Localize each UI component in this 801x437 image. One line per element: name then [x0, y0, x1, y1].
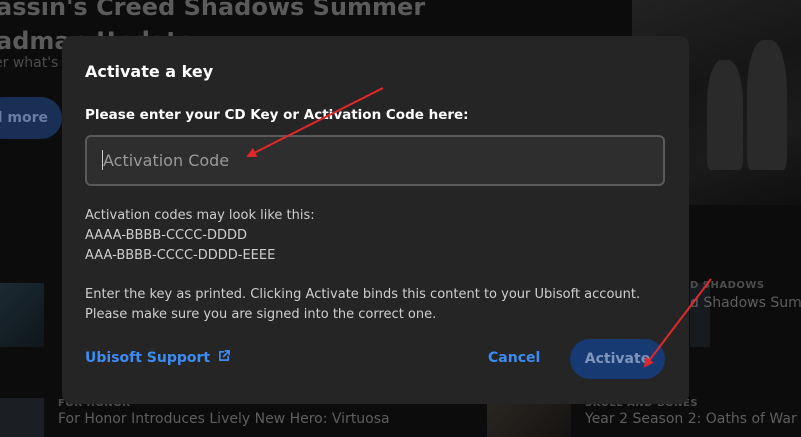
news-thumbnail[interactable] — [0, 283, 44, 347]
cancel-button[interactable]: Cancel — [488, 350, 540, 366]
news-thumbnail[interactable] — [690, 283, 710, 347]
news-title[interactable]: For Honor Introduces Lively New Hero: Vi… — [58, 411, 390, 427]
text-caret — [102, 150, 103, 170]
hero-title-line1: assin's Creed Shadows Summer — [0, 0, 426, 21]
news-category: D SHADOWS — [690, 280, 765, 291]
news-thumbnail[interactable] — [0, 398, 44, 437]
dialog-title: Activate a key — [85, 62, 214, 81]
examples-intro: Activation codes may look like this: — [85, 208, 315, 223]
note-line: Please make sure you are signed into the… — [85, 307, 437, 322]
activate-key-dialog: Activate a key Please enter your CD Key … — [62, 36, 689, 404]
activation-code-examples: Activation codes may look like this: AAA… — [85, 206, 315, 266]
hero-subtitle: er what's — [0, 55, 59, 71]
news-title[interactable]: Year 2 Season 2: Oaths of War I — [585, 411, 801, 427]
example-code: AAA-BBBB-CCCC-DDDD-EEEE — [85, 248, 276, 263]
read-more-button[interactable]: d more — [0, 97, 62, 139]
activation-code-label: Please enter your CD Key or Activation C… — [85, 107, 469, 123]
example-code: AAAA-BBBB-CCCC-DDDD — [85, 228, 248, 243]
external-link-icon — [218, 349, 231, 366]
note-line: Enter the key as printed. Clicking Activ… — [85, 287, 641, 302]
news-title[interactable]: d Shadows Sum — [690, 295, 801, 311]
activation-note: Enter the key as printed. Clicking Activ… — [85, 285, 675, 325]
support-link-label: Ubisoft Support — [85, 349, 211, 366]
activation-code-input[interactable] — [85, 135, 665, 186]
activate-button[interactable]: Activate — [570, 339, 665, 379]
ubisoft-support-link[interactable]: Ubisoft Support — [85, 349, 231, 366]
